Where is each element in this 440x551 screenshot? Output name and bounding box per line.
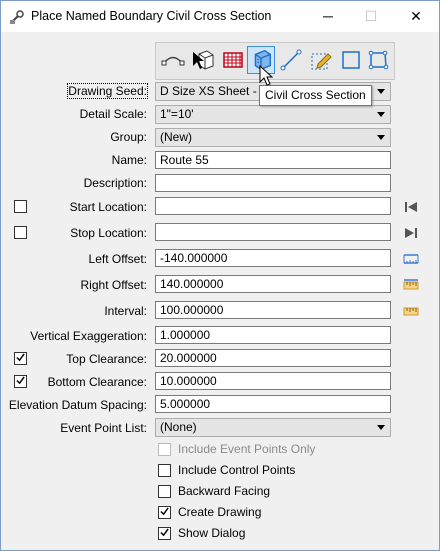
close-button[interactable]: ✕ [393, 1, 439, 32]
include-control-points-checkbox[interactable] [158, 464, 171, 477]
tool-button-line[interactable] [277, 46, 305, 74]
minimize-button[interactable]: ─ [305, 1, 351, 32]
detail-scale-value: 1"=10' [160, 107, 194, 121]
tool-button-civil-plan[interactable] [159, 46, 187, 74]
top-clearance-checkbox[interactable] [14, 352, 27, 365]
group-label: Group: [110, 130, 147, 144]
show-dialog-label[interactable]: Show Dialog [178, 526, 245, 540]
interval-label: Interval: [104, 304, 147, 318]
stop-location-checkbox[interactable] [14, 226, 27, 239]
top-clearance-input[interactable]: 20.000000 [155, 349, 391, 367]
pencil-box-icon [311, 53, 332, 70]
chevron-down-icon [377, 89, 385, 94]
tool-button-polygon[interactable] [364, 46, 392, 74]
bottom-clearance-checkbox[interactable] [14, 375, 27, 388]
tool-button-select-box[interactable] [189, 46, 217, 74]
group-combo[interactable]: (New) [155, 128, 391, 147]
chevron-down-icon [377, 112, 385, 117]
start-location-label: Start Location: [69, 200, 147, 214]
interval-input[interactable]: 100.000000 [155, 301, 391, 319]
tool-button-pencil-box[interactable] [307, 46, 335, 74]
top-clearance-label: Top Clearance: [66, 352, 147, 366]
description-input[interactable] [155, 174, 391, 192]
stop-location-label: Stop Location: [70, 226, 147, 240]
mouse-cursor-icon [259, 65, 274, 86]
name-label: Name: [111, 153, 147, 167]
left-offset-input[interactable]: -140.000000 [155, 249, 391, 267]
create-drawing-label[interactable]: Create Drawing [178, 505, 261, 519]
event-point-list-combo[interactable]: (None) [155, 418, 391, 437]
checkmark-icon [160, 528, 169, 537]
polygon-icon [368, 50, 389, 70]
tool-button-square[interactable] [337, 46, 365, 74]
group-value: (New) [160, 130, 192, 144]
chevron-down-icon [377, 135, 385, 140]
include-event-points-only-label: Include Event Points Only [178, 442, 316, 456]
name-input[interactable]: Route 55 [155, 151, 391, 169]
vertical-exaggeration-label: Vertical Exaggeration: [30, 329, 147, 343]
include-event-points-only-checkbox [158, 443, 171, 456]
right-offset-input[interactable]: 140.000000 [155, 275, 391, 293]
event-point-list-label: Event Point List: [60, 421, 147, 435]
chevron-down-icon [377, 425, 385, 430]
title-bar[interactable]: Place Named Boundary Civil Cross Section… [1, 1, 439, 32]
window-title: Place Named Boundary Civil Cross Section [31, 9, 272, 23]
grid-icon [223, 52, 243, 68]
elevation-datum-spacing-label: Elevation Datum Spacing: [8, 398, 147, 412]
event-point-list-value: (None) [160, 420, 197, 434]
tooltip: Civil Cross Section [259, 85, 372, 106]
civil-plan-icon [161, 56, 185, 66]
select-box-icon [193, 50, 214, 70]
ruler-icon[interactable] [403, 303, 419, 319]
checkmark-icon [16, 376, 25, 385]
drawing-seed-label: Drawing Seed: [67, 83, 148, 99]
right-offset-label: Right Offset: [80, 278, 147, 292]
square-icon [342, 51, 360, 69]
start-location-checkbox[interactable] [14, 200, 27, 213]
tool-button-grid[interactable] [219, 46, 247, 74]
backward-facing-checkbox[interactable] [158, 485, 171, 498]
maximize-button: ☐ [364, 8, 378, 24]
tool-toolbar [155, 42, 395, 80]
backward-facing-label[interactable]: Backward Facing [178, 484, 270, 498]
elevation-datum-spacing-input[interactable]: 5.000000 [155, 395, 391, 413]
drawing-seed-value: D Size XS Sheet - 10 [160, 84, 274, 98]
show-dialog-checkbox[interactable] [158, 527, 171, 540]
start-location-input[interactable] [155, 197, 391, 215]
stop-location-input[interactable] [155, 223, 391, 241]
bottom-clearance-input[interactable]: 10.000000 [155, 372, 391, 390]
checkmark-icon [160, 507, 169, 516]
detail-scale-combo[interactable]: 1"=10' [155, 105, 391, 124]
checkmark-icon [16, 353, 25, 362]
app-tool-icon [10, 10, 24, 24]
include-control-points-label[interactable]: Include Control Points [178, 463, 295, 477]
start-location-icon[interactable] [403, 199, 419, 215]
create-drawing-checkbox[interactable] [158, 506, 171, 519]
stop-location-icon[interactable] [403, 225, 419, 241]
ruler-icon[interactable] [403, 251, 419, 267]
line-icon [280, 49, 302, 71]
ruler-icon[interactable] [403, 277, 419, 293]
left-offset-label: Left Offset: [88, 252, 147, 266]
bottom-clearance-label: Bottom Clearance: [47, 375, 147, 389]
detail-scale-label: Detail Scale: [79, 107, 147, 121]
vertical-exaggeration-input[interactable]: 1.000000 [155, 326, 391, 344]
dialog-window: Place Named Boundary Civil Cross Section… [0, 0, 440, 551]
description-label: Description: [83, 176, 147, 190]
